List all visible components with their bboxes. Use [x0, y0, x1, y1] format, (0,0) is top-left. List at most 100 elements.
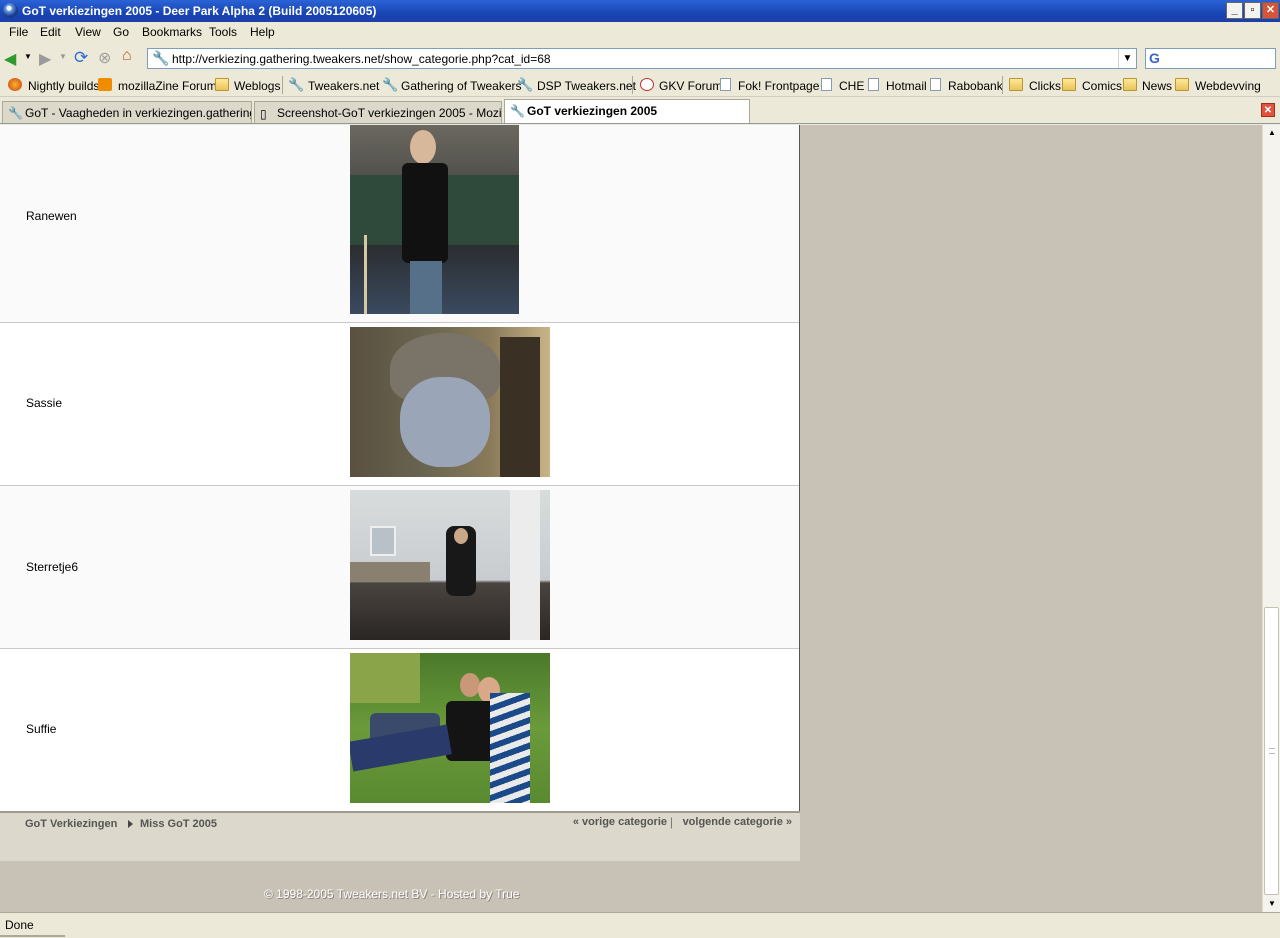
bookmark-hotmail[interactable]: Hotmail	[886, 79, 927, 93]
breadcrumb: GoT Verkiezingen Miss GoT 2005 « vorige …	[0, 811, 800, 861]
window-title: GoT verkiezingen 2005 - Deer Park Alpha …	[22, 4, 377, 18]
separator	[632, 76, 633, 94]
bookmark-comics[interactable]: Comics	[1082, 79, 1122, 93]
status-text: Done	[5, 918, 34, 932]
pager-separator: |	[669, 815, 673, 829]
candidate-name[interactable]: Sassie	[26, 396, 62, 410]
folder-icon	[1009, 78, 1023, 91]
rss-icon	[98, 78, 112, 91]
next-category-link[interactable]: volgende categorie »	[683, 816, 792, 828]
gkv-icon	[640, 78, 654, 91]
tab-label: GoT verkiezingen 2005	[527, 104, 658, 118]
bookmark-webdevving[interactable]: Webdevving	[1195, 79, 1261, 93]
bookmark-tweakers[interactable]: Tweakers.net	[308, 79, 379, 93]
tab-vaagheden[interactable]: 🔧 GoT - Vaagheden in verkiezingen.gather…	[2, 101, 252, 123]
candidate-name[interactable]: Suffie	[26, 722, 56, 736]
firefox-icon	[8, 78, 22, 91]
bookmark-nightly-builds[interactable]: Nightly builds	[28, 79, 99, 93]
candidate-photo[interactable]	[350, 490, 550, 640]
tab-bar: 🔧 GoT - Vaagheden in verkiezingen.gather…	[0, 98, 1280, 124]
bookmarks-toolbar: Nightly builds mozillaZine Forums Weblog…	[0, 73, 1280, 97]
arrow-right-icon[interactable]: ▶	[39, 49, 51, 69]
folder-icon	[1123, 78, 1137, 91]
wrench-icon: 🔧	[382, 77, 399, 92]
folder-icon	[1175, 78, 1189, 91]
tab-got-verkiezingen[interactable]: 🔧 GoT verkiezingen 2005	[504, 99, 750, 123]
tab-screenshot[interactable]: ▯ Screenshot-GoT verkiezingen 2005 - Moz…	[254, 101, 502, 123]
menu-file[interactable]: File	[9, 25, 28, 39]
wrench-icon: 🔧	[8, 106, 23, 120]
app-icon	[3, 3, 18, 18]
tab-label: Screenshot-GoT verkiezingen 2005 - Mozil…	[277, 106, 502, 120]
footer-copyright: © 1998-2005 Tweakers.net BV - Hosted by …	[264, 887, 520, 901]
bookmark-fok[interactable]: Fok! Frontpage	[738, 79, 819, 93]
status-bar: Done	[0, 912, 1280, 938]
candidate-photo[interactable]	[350, 327, 550, 477]
menu-tools[interactable]: Tools	[209, 25, 237, 39]
navigation-toolbar: ◀ ▼ ▶ ▼ ⟳ ⊗ ⌂ 🔧 http://verkiezing.gather…	[0, 44, 1280, 72]
site-favicon: 🔧	[152, 50, 170, 66]
bookmark-che[interactable]: CHE	[839, 79, 864, 93]
breadcrumb-root-link[interactable]: GoT Verkiezingen	[25, 818, 117, 830]
menu-help[interactable]: Help	[250, 25, 275, 39]
list-item: Sterretje6	[0, 486, 799, 649]
stop-icon[interactable]: ⊗	[98, 48, 111, 68]
wrench-icon: 🔧	[517, 77, 534, 92]
tab-label: GoT - Vaagheden in verkiezingen.gatherin…	[25, 106, 252, 120]
bookmark-gathering[interactable]: Gathering of Tweakers	[401, 79, 522, 93]
wrench-icon: 🔧	[288, 77, 305, 92]
bookmark-rabobank[interactable]: Rabobank	[948, 79, 1003, 93]
progress-indicator	[0, 935, 65, 937]
folder-icon	[215, 78, 229, 91]
menu-bar: File Edit View Go Bookmarks Tools Help	[0, 22, 1280, 42]
menu-edit[interactable]: Edit	[40, 25, 61, 39]
menu-go[interactable]: Go	[113, 25, 129, 39]
scrollbar-thumb[interactable]	[1264, 607, 1279, 895]
title-bar: GoT verkiezingen 2005 - Deer Park Alpha …	[0, 0, 1280, 22]
url-text: http://verkiezing.gathering.tweakers.net…	[172, 52, 551, 66]
maximize-button[interactable]: ▫	[1244, 2, 1261, 19]
page-icon	[720, 78, 731, 91]
breadcrumb-current[interactable]: Miss GoT 2005	[140, 818, 217, 830]
page-content: Ranewen Sassie Sterretje6 Suffie GoT Ver…	[0, 125, 1262, 912]
folder-icon	[1062, 78, 1076, 91]
list-item: Suffie	[0, 649, 799, 812]
reload-icon[interactable]: ⟳	[74, 48, 88, 68]
wrench-icon: 🔧	[510, 104, 525, 118]
page-icon	[868, 78, 879, 91]
candidate-photo[interactable]	[350, 653, 550, 803]
search-box[interactable]: G	[1145, 48, 1276, 69]
separator	[282, 76, 283, 94]
menu-bookmarks[interactable]: Bookmarks	[142, 25, 202, 39]
bookmark-mozillazine[interactable]: mozillaZine Forums	[118, 79, 223, 93]
back-dropdown-icon[interactable]: ▼	[24, 52, 32, 61]
scroll-down-icon[interactable]: ▼	[1265, 897, 1279, 911]
forward-dropdown-icon[interactable]: ▼	[59, 52, 67, 61]
bookmark-clicks[interactable]: Clicks	[1029, 79, 1061, 93]
bookmark-dsp[interactable]: DSP Tweakers.net	[537, 79, 636, 93]
close-icon[interactable]: ✕	[1261, 103, 1275, 117]
minimize-button[interactable]: _	[1226, 2, 1243, 19]
close-window-button[interactable]: ✕	[1262, 2, 1279, 19]
candidate-photo[interactable]	[350, 125, 519, 314]
bookmark-weblogs[interactable]: Weblogs	[234, 79, 280, 93]
bookmark-news[interactable]: News	[1142, 79, 1172, 93]
menu-view[interactable]: View	[75, 25, 101, 39]
breadcrumb-arrow-icon	[128, 820, 133, 828]
arrow-left-icon[interactable]: ◀	[4, 49, 16, 69]
bookmark-gkv-forum[interactable]: GKV Forum	[659, 79, 722, 93]
google-search-icon[interactable]: G	[1149, 50, 1160, 66]
candidate-name[interactable]: Sterretje6	[26, 560, 78, 574]
scroll-up-icon[interactable]: ▲	[1265, 126, 1279, 140]
list-item: Sassie	[0, 323, 799, 486]
candidate-name[interactable]: Ranewen	[26, 209, 77, 223]
url-bar[interactable]: 🔧 http://verkiezing.gathering.tweakers.n…	[147, 48, 1137, 69]
separator	[1002, 76, 1003, 94]
home-icon[interactable]: ⌂	[122, 47, 132, 65]
page-icon	[821, 78, 832, 91]
page-icon	[930, 78, 941, 91]
vertical-scrollbar[interactable]: ▲ ▼	[1262, 125, 1280, 912]
url-history-dropdown[interactable]: ▼	[1118, 49, 1136, 68]
candidates-panel: Ranewen Sassie Sterretje6 Suffie	[0, 125, 800, 860]
previous-category-link[interactable]: « vorige categorie	[573, 816, 667, 828]
